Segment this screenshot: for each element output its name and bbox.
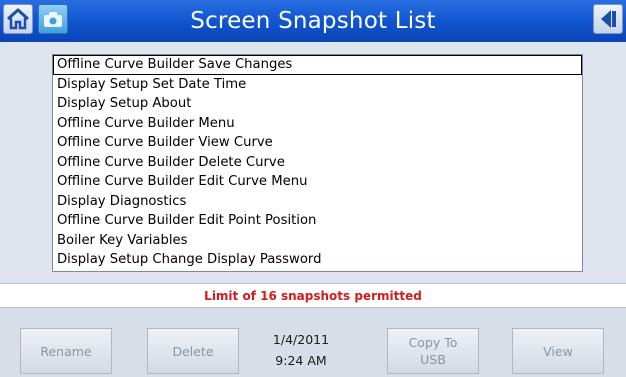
view-button[interactable]: View (512, 328, 604, 374)
status-message: Limit of 16 snapshots permitted (0, 283, 626, 308)
delete-button[interactable]: Delete (147, 328, 239, 374)
page-title: Screen Snapshot List (0, 0, 626, 42)
snapshot-list[interactable]: Offline Curve Builder Save Changes Displ… (52, 54, 583, 272)
copy-to-usb-label-line2: USB (420, 351, 446, 368)
list-item[interactable]: Offline Curve Builder Delete Curve (53, 153, 582, 173)
list-item[interactable]: Offline Curve Builder View Curve (53, 133, 582, 153)
list-item[interactable]: Display Setup About (53, 94, 582, 114)
list-item[interactable]: Display Setup Change Display Password (53, 250, 582, 270)
date-time-display: 1/4/2011 9:24 AM (255, 329, 347, 371)
list-item[interactable]: Offline Curve Builder Menu (53, 114, 582, 134)
list-item[interactable]: Boiler Key Variables (53, 231, 582, 251)
copy-to-usb-button[interactable]: Copy To USB (387, 328, 479, 374)
list-item[interactable]: Offline Curve Builder Edit Curve Menu (53, 172, 582, 192)
list-item[interactable]: Offline Curve Builder Save Changes (53, 55, 582, 75)
list-item[interactable]: Display Setup Set Date Time (53, 75, 582, 95)
delete-button-label: Delete (172, 343, 213, 360)
list-item[interactable]: Offline Curve Builder Edit Point Positio… (53, 211, 582, 231)
title-bar: Screen Snapshot List (0, 0, 626, 42)
rename-button-label: Rename (40, 343, 91, 360)
date-text: 1/4/2011 (255, 329, 347, 350)
view-button-label: View (543, 343, 573, 360)
back-button[interactable] (593, 4, 623, 34)
copy-to-usb-label-line1: Copy To (409, 334, 458, 351)
time-text: 9:24 AM (255, 350, 347, 371)
back-arrow-icon (594, 5, 622, 33)
list-panel: Offline Curve Builder Save Changes Displ… (0, 42, 626, 283)
list-item[interactable]: Display Diagnostics (53, 192, 582, 212)
rename-button[interactable]: Rename (20, 328, 112, 374)
